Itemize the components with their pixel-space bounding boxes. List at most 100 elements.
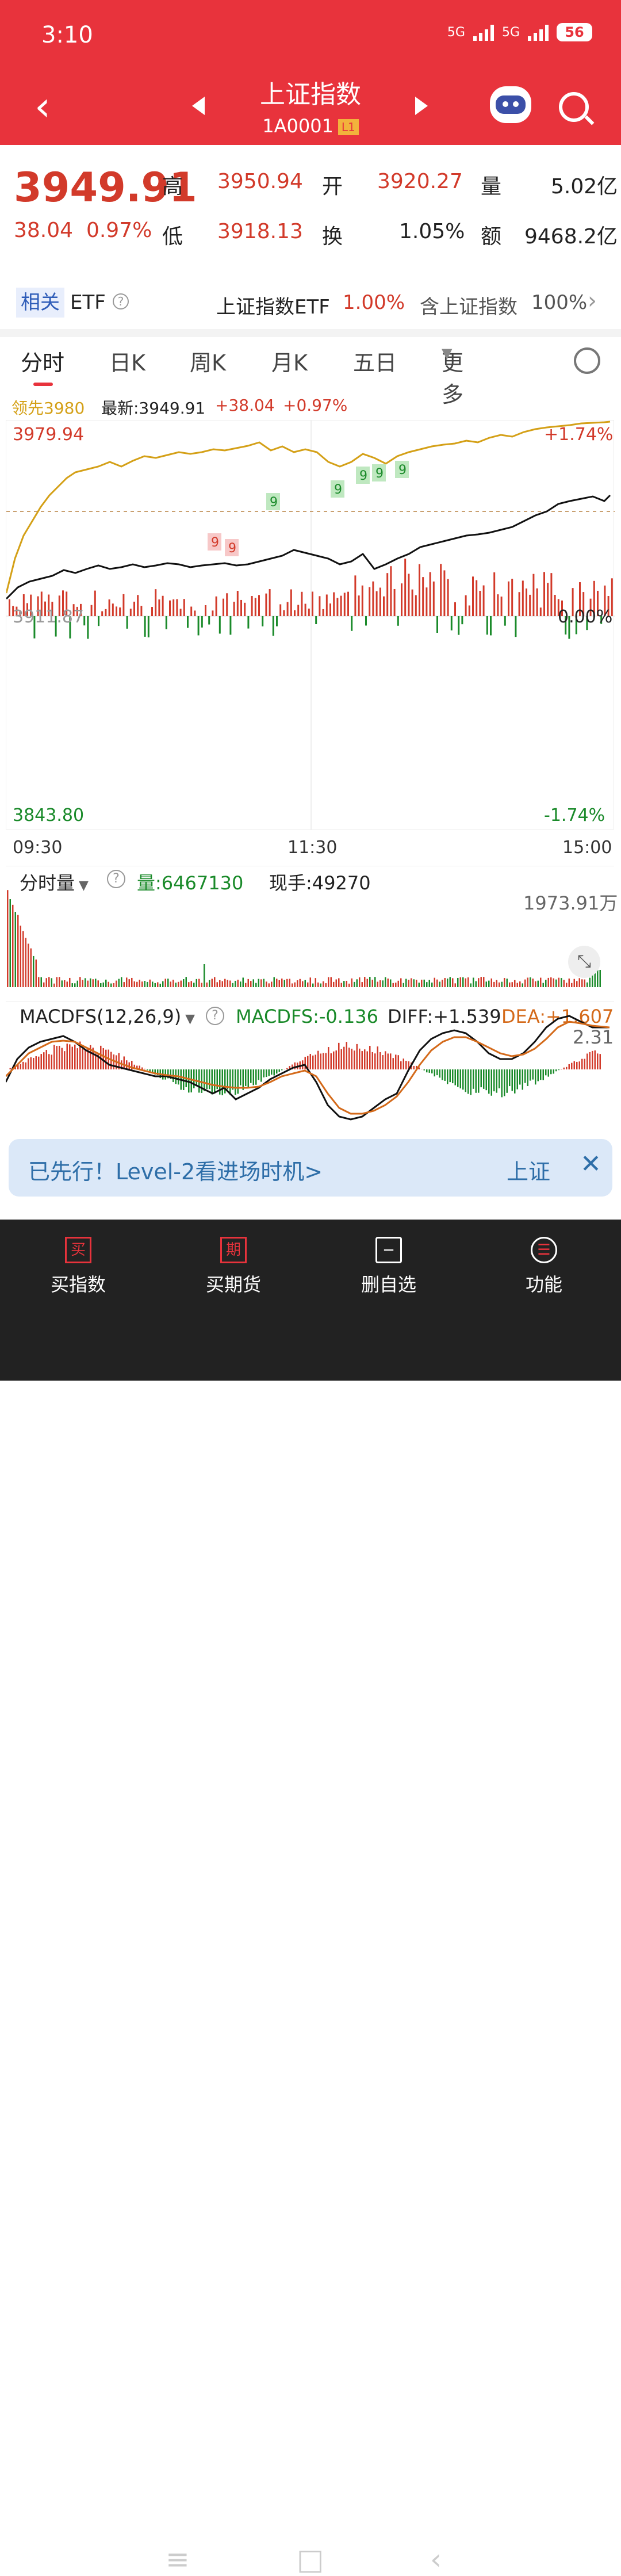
volume-bar bbox=[178, 982, 179, 987]
volume-bar bbox=[372, 980, 374, 987]
volume-bar bbox=[212, 979, 213, 987]
macd-bar bbox=[455, 1069, 457, 1086]
volume-bar bbox=[118, 979, 120, 987]
intraday-volume-bar bbox=[151, 607, 153, 616]
volume-bar bbox=[20, 926, 22, 987]
fullscreen-icon[interactable]: ⤡ bbox=[568, 946, 600, 978]
next-stock-icon[interactable] bbox=[415, 97, 428, 115]
volume-bar bbox=[286, 979, 288, 987]
volume-bar bbox=[426, 982, 428, 987]
intraday-chart[interactable]: 9999999 bbox=[6, 420, 614, 830]
macd-bar bbox=[424, 1069, 425, 1071]
app-header: 3:10 5G 5G 56 ‹ 上证指数 1A0001L1 bbox=[0, 0, 621, 145]
volume-bar bbox=[343, 981, 345, 987]
nav-functions[interactable]: ☰功能 bbox=[498, 1237, 590, 1297]
nav-buy-futures[interactable]: 期买期货 bbox=[187, 1237, 279, 1297]
chart-tabs: 分时 日K 周K 月K 五日 更多▼ bbox=[0, 345, 621, 380]
nav-buy-index[interactable]: 买买指数 bbox=[32, 1237, 124, 1297]
macd-bar bbox=[310, 1054, 312, 1069]
help-icon[interactable]: ? bbox=[113, 293, 129, 309]
volume-bar bbox=[250, 981, 252, 987]
intraday-volume-bar bbox=[208, 616, 210, 625]
volume-bar bbox=[400, 979, 402, 987]
close-icon[interactable]: ✕ bbox=[580, 1149, 601, 1179]
intraday-volume-bar bbox=[422, 577, 424, 616]
intraday-volume-bar bbox=[122, 594, 124, 616]
settings-icon[interactable] bbox=[574, 347, 600, 374]
volume-bar bbox=[196, 979, 198, 987]
intraday-volume-bar bbox=[436, 616, 438, 633]
volume-bar bbox=[28, 943, 29, 987]
intraday-volume-bar bbox=[279, 604, 281, 616]
macd-bar bbox=[323, 1053, 324, 1069]
volume-bar bbox=[139, 980, 141, 987]
intraday-volume-bar bbox=[265, 594, 267, 616]
volume-bar bbox=[584, 980, 586, 987]
macd-bar bbox=[439, 1069, 441, 1077]
macd-bar bbox=[545, 1069, 547, 1075]
macd-bar bbox=[390, 1053, 392, 1069]
macd-bar bbox=[460, 1069, 462, 1088]
intraday-volume-bar bbox=[472, 576, 474, 616]
system-back-icon[interactable]: ‹ bbox=[430, 2543, 442, 2576]
volume-bar bbox=[224, 979, 226, 987]
macd-bar bbox=[558, 1069, 560, 1070]
nav-remove-watchlist[interactable]: −删自选 bbox=[343, 1237, 435, 1297]
system-menu-icon[interactable]: ≡ bbox=[166, 2543, 190, 2576]
macd-bar bbox=[584, 1059, 586, 1069]
macd-bar bbox=[346, 1042, 348, 1069]
volume-bar bbox=[69, 978, 71, 987]
volume-bar bbox=[581, 979, 583, 987]
status-time: 3:10 bbox=[41, 22, 93, 48]
intraday-volume-bar bbox=[493, 572, 495, 616]
volume-bar bbox=[147, 982, 148, 987]
macd-bar bbox=[59, 1046, 60, 1069]
macd-bar bbox=[77, 1048, 79, 1069]
futures-icon: 期 bbox=[220, 1237, 247, 1263]
intraday-volume-bar bbox=[490, 616, 492, 635]
intraday-volume-bar bbox=[336, 598, 338, 616]
macd-bar bbox=[281, 1069, 283, 1071]
intraday-volume-bar bbox=[465, 595, 467, 616]
volume-bar bbox=[160, 984, 162, 987]
etf-row[interactable]: 相关 ETF ? 上证指数ETF 1.00% 含上证指数 100% › bbox=[0, 288, 621, 334]
volume-bar bbox=[93, 979, 94, 987]
macd-bar bbox=[271, 1069, 273, 1075]
macd-bar bbox=[43, 1052, 45, 1069]
level2-banner[interactable]: 已先行！Level-2看进场时机> 上证 ✕ bbox=[9, 1139, 612, 1197]
chevron-right-icon: › bbox=[588, 288, 597, 314]
volume-bar bbox=[229, 980, 231, 987]
search-icon[interactable] bbox=[559, 92, 589, 122]
macd-bar bbox=[483, 1069, 485, 1089]
volume-bar bbox=[364, 977, 366, 987]
volume-bar bbox=[172, 980, 174, 987]
volume-bar bbox=[175, 983, 177, 987]
tab-intraday[interactable]: 分时 bbox=[21, 345, 64, 377]
volume-bar bbox=[555, 980, 557, 987]
tab-monthly[interactable]: 月K bbox=[271, 345, 308, 377]
intraday-volume-bar bbox=[216, 597, 217, 616]
intraday-volume-bar bbox=[454, 602, 456, 616]
macd-bar bbox=[403, 1058, 405, 1069]
macd-bar bbox=[56, 1046, 58, 1069]
intraday-volume-bar bbox=[401, 583, 402, 616]
intraday-volume-bar bbox=[443, 570, 445, 616]
tab-daily[interactable]: 日K bbox=[109, 345, 145, 377]
tab-five-day[interactable]: 五日 bbox=[353, 345, 397, 377]
volume-bar bbox=[431, 983, 433, 987]
intraday-volume-bar bbox=[504, 616, 506, 626]
etf-weight: 100% bbox=[531, 291, 587, 314]
intraday-volume-bar bbox=[433, 582, 435, 616]
system-home-icon[interactable]: □ bbox=[297, 2543, 324, 2576]
legend-latest: 最新:3949.91 bbox=[101, 396, 205, 419]
tab-weekly[interactable]: 周K bbox=[190, 345, 226, 377]
volume-bar bbox=[12, 905, 14, 987]
intraday-volume-bar bbox=[233, 602, 235, 616]
macd-bar bbox=[64, 1051, 66, 1069]
macd-bar bbox=[245, 1069, 247, 1086]
change-value: 38.04 bbox=[14, 219, 73, 242]
volume-bar bbox=[193, 983, 195, 987]
volume-bar bbox=[597, 970, 599, 987]
intraday-volume-bar bbox=[244, 603, 246, 616]
robot-assistant-icon[interactable] bbox=[490, 86, 531, 123]
